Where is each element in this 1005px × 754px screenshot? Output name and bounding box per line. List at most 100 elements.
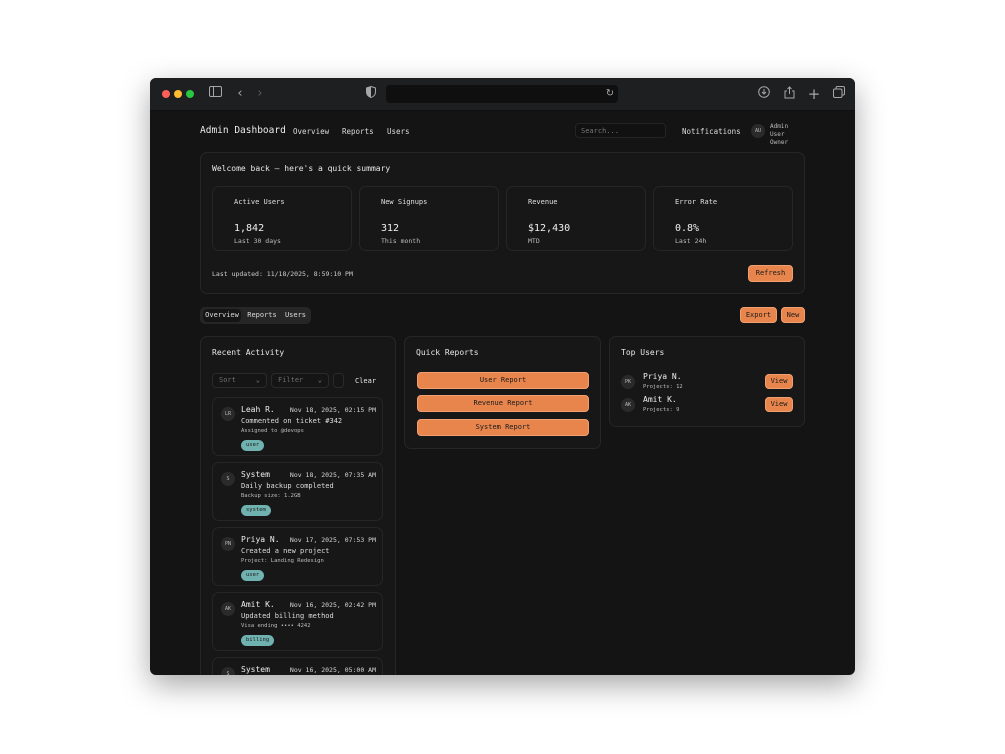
minimize-window-button[interactable] [174,90,182,98]
avatar: PN [221,537,235,551]
sort-select[interactable]: Sort ⌄ [212,373,267,388]
activity-meta: Visa ending •••• 4242 [241,623,311,629]
stat-label: Active Users [234,198,285,206]
user-role: Owner [770,139,789,146]
stat-value: 1,842 [234,223,265,234]
user-menu[interactable]: Admin User Owner [770,123,788,147]
activity-badge: system [241,505,271,516]
stat-label: Revenue [528,198,558,206]
avatar[interactable]: AU [751,124,765,138]
activity-name: Amit K. [241,600,275,609]
page-content: Admin Dashboard Overview Reports Users N… [150,111,855,675]
list-item[interactable]: AK Amit K. Nov 16, 2025, 02:42 PM Update… [212,592,383,651]
avatar: S [221,472,235,486]
search-input[interactable] [575,123,666,138]
activity-desc: Daily backup completed [241,482,334,490]
activity-time: Nov 18, 2025, 02:15 PM [289,406,376,414]
tab-overview-icon[interactable] [831,86,847,102]
avatar: AK [221,602,235,616]
download-icon[interactable] [756,86,772,102]
top-users-title: Top Users [621,348,665,357]
activity-time: Nov 16, 2025, 02:42 PM [289,601,376,609]
activity-badge: user [241,570,265,581]
activity-desc: Updated billing method [241,612,334,620]
activity-desc: Created a new project [241,547,330,555]
stat-label: Error Rate [675,198,718,206]
list-item[interactable]: S System Nov 18, 2025, 07:35 AM Daily ba… [212,462,383,521]
stat-card-new-signups: New Signups 312 This month [359,186,499,251]
brand-title: Admin Dashboard [200,125,286,136]
stat-card-error-rate: Error Rate 0.8% Last 24h [653,186,793,251]
top-user-projects: Projects: 9 [643,407,680,413]
stat-value: $12,430 [528,223,571,234]
clear-button[interactable]: Clear [355,377,376,385]
close-window-button[interactable] [162,90,170,98]
activity-name: System [241,665,270,674]
tab-users[interactable]: Users [282,309,309,322]
nav-users[interactable]: Users [387,127,410,136]
user-name: Admin User [770,123,789,138]
recent-activity-title: Recent Activity [212,348,285,357]
nav-reports[interactable]: Reports [342,127,374,136]
system-report-button[interactable]: System Report [417,419,589,436]
avatar: AK [621,398,635,412]
list-item[interactable]: PN Priya N. Nov 17, 2025, 07:53 PM Creat… [212,527,383,586]
list-item[interactable]: LR Leah R. Nov 18, 2025, 02:15 PM Commen… [212,397,383,456]
summary-title: Welcome back — here's a quick summary [212,164,391,173]
view-user-button[interactable]: View [765,374,793,389]
new-tab-icon[interactable]: + [806,86,822,102]
quick-reports-card: Quick Reports User Report Revenue Report… [404,336,601,449]
activity-name: System [241,470,270,479]
nav-overview[interactable]: Overview [293,127,329,136]
back-icon[interactable]: ‹ [232,86,248,102]
address-bar[interactable]: ↻ [386,85,618,103]
activity-desc: Commented on ticket #342 [241,417,343,425]
stat-card-revenue: Revenue $12,430 MTD [506,186,646,251]
privacy-shield-icon[interactable] [363,85,379,102]
summary-card: Welcome back — here's a quick summary Ac… [200,152,805,294]
new-button[interactable]: New [781,307,805,323]
notifications-link[interactable]: Notifications [682,127,741,136]
filter-checkbox[interactable] [333,373,344,388]
tab-reports[interactable]: Reports [243,309,281,322]
browser-window: ‹ › ↻ + Admin Dashboard Overview Reports… [150,78,855,675]
stat-sub: Last 24h [675,237,707,245]
reload-icon[interactable]: ↻ [602,86,618,102]
quick-reports-title: Quick Reports [416,348,479,357]
top-user-name: Amit K. [643,395,677,404]
view-tabs: Overview Reports Users [200,307,311,324]
sidebar-toggle-icon[interactable] [207,86,223,102]
forward-icon[interactable]: › [252,86,268,102]
activity-meta: Assigned to @devops [241,428,304,434]
top-nav: Admin Dashboard Overview Reports Users N… [200,121,788,146]
view-user-button[interactable]: View [765,397,793,412]
last-updated-text: Last updated: 11/18/2025, 8:59:10 PM [212,270,353,278]
recent-activity-card: Recent Activity Sort ⌄ Filter ⌄ Clear LR… [200,336,396,675]
browser-toolbar: ‹ › ↻ + [150,78,855,111]
user-report-button[interactable]: User Report [417,372,589,389]
refresh-button[interactable]: Refresh [748,265,793,282]
chevron-down-icon: ⌄ [255,376,260,384]
share-icon[interactable] [781,86,797,102]
stat-label: New Signups [381,198,428,206]
activity-badge: user [241,440,265,451]
list-item[interactable]: S System Nov 16, 2025, 05:00 AM [212,657,383,675]
activity-time: Nov 17, 2025, 07:53 PM [289,536,376,544]
activity-meta: Project: Landing Redesign [241,558,324,564]
stat-card-active-users: Active Users 1,842 Last 30 days [212,186,352,251]
sort-placeholder: Sort [219,376,236,384]
activity-time: Nov 18, 2025, 07:35 AM [289,471,376,479]
stat-sub: MTD [528,237,540,245]
filter-select[interactable]: Filter ⌄ [271,373,329,388]
top-user-projects: Projects: 12 [643,384,683,390]
chevron-down-icon: ⌄ [317,376,322,384]
zoom-window-button[interactable] [186,90,194,98]
revenue-report-button[interactable]: Revenue Report [417,395,589,412]
activity-name: Leah R. [241,405,275,414]
export-button[interactable]: Export [740,307,777,323]
tab-overview[interactable]: Overview [203,309,241,322]
top-users-card: Top Users PK Priya N. Projects: 12 View … [609,336,805,427]
activity-time: Nov 16, 2025, 05:00 AM [289,666,376,674]
top-user-name: Priya N. [643,372,682,381]
stat-value: 312 [381,223,400,234]
